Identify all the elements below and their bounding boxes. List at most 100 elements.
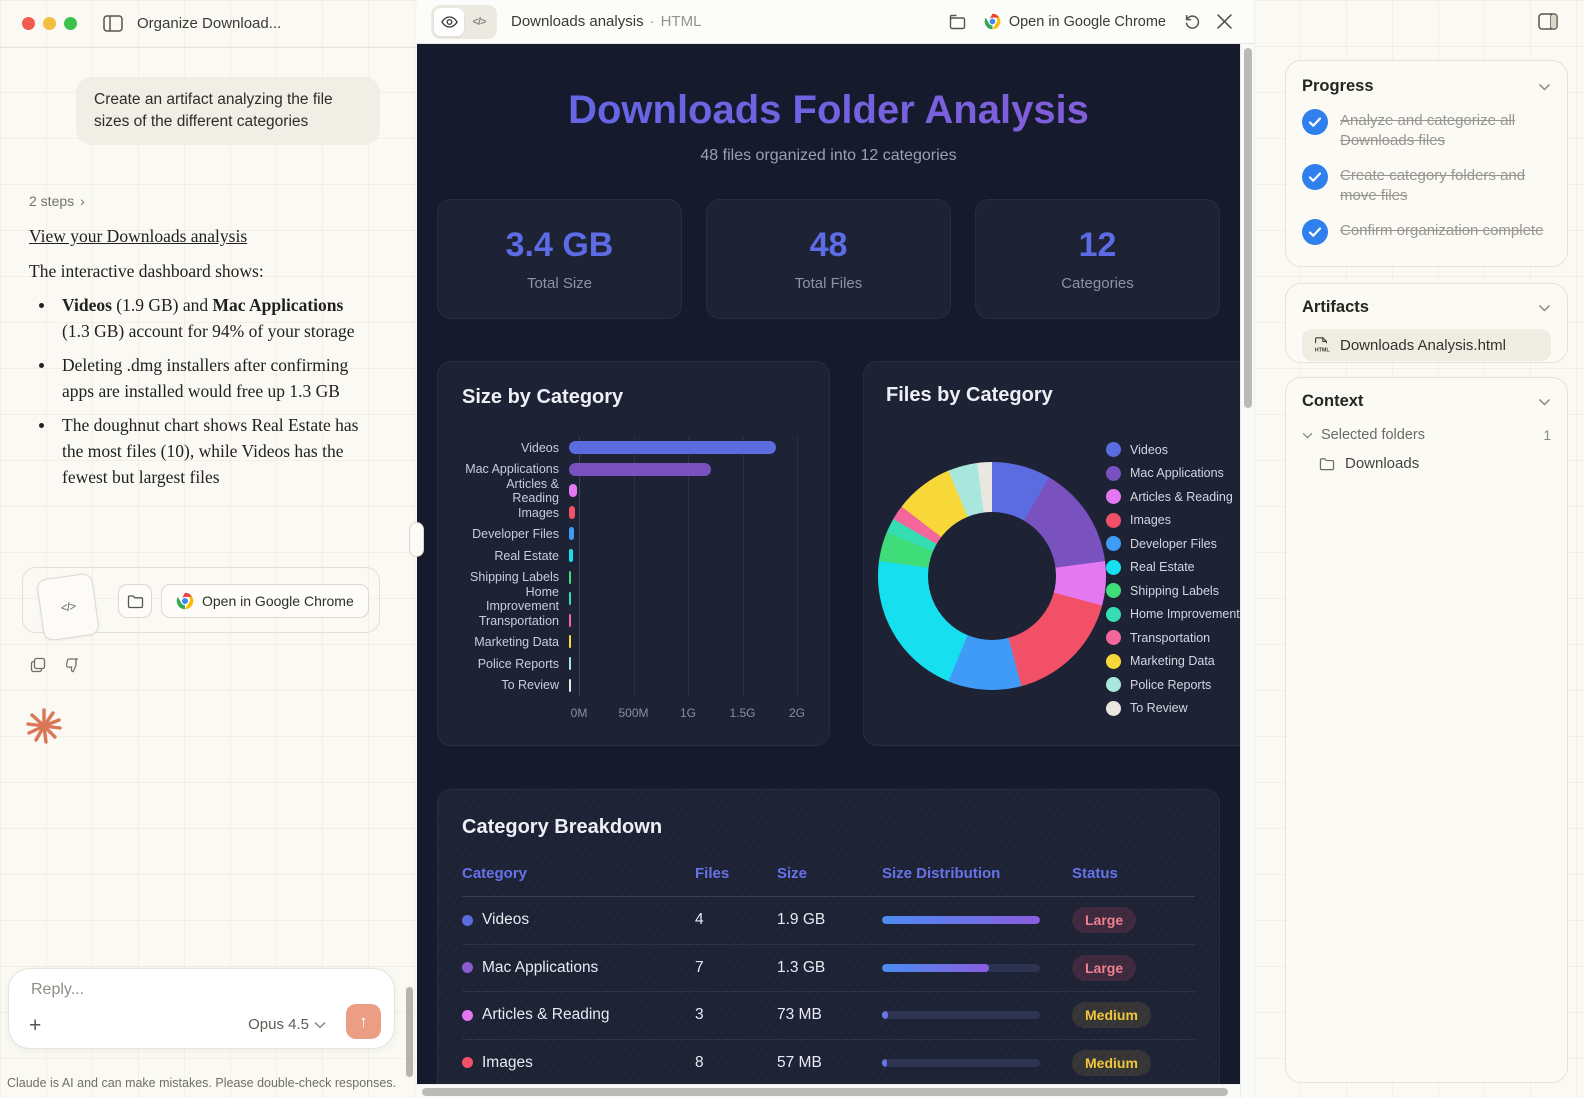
context-folder-downloads[interactable]: Downloads	[1319, 455, 1551, 472]
chat-bullet: The doughnut chart shows Real Estate has…	[29, 412, 359, 490]
bar-category-label: Police Reports	[462, 657, 569, 671]
bar-category-label: Marketing Data	[462, 635, 569, 649]
zoom-window-button[interactable]	[64, 17, 77, 30]
category-name: Mac Applications	[482, 959, 598, 977]
model-name: Opus 4.5	[248, 1016, 309, 1033]
status-badge: Large	[1072, 907, 1136, 933]
legend-item: Developer Files	[1106, 536, 1240, 551]
legend-label: Transportation	[1130, 631, 1210, 645]
stat-label: Total Size	[527, 275, 592, 292]
legend-dot	[1106, 630, 1121, 645]
open-in-chrome-button[interactable]: Open in Google Chrome	[161, 584, 369, 618]
refresh-button[interactable]	[1176, 7, 1208, 37]
x-axis-tick: 0M	[571, 706, 588, 720]
bar-row: Police Reports	[462, 653, 805, 675]
artifact-preview-thumbnail[interactable]: </>	[36, 572, 100, 641]
legend-dot	[1106, 442, 1121, 457]
charts-row: Size by Category VideosMac ApplicationsA…	[437, 361, 1240, 746]
bullet-dot	[39, 303, 44, 308]
assistant-intro-text: The interactive dashboard shows:	[29, 261, 264, 282]
collapse-context-chevron[interactable]	[1538, 398, 1551, 406]
chrome-icon	[984, 13, 1001, 30]
sidebar-toggle-icon[interactable]	[103, 15, 123, 32]
bar-chart-rows: VideosMac ApplicationsArticles & Reading…	[462, 437, 805, 696]
check-circle-icon	[1302, 219, 1328, 245]
column-header-size: Size	[777, 865, 882, 882]
reply-input[interactable]: Reply... + Opus 4.5 ↑	[8, 968, 395, 1049]
ai-disclaimer: Claude is AI and can make mistakes. Plea…	[0, 1076, 403, 1090]
legend-label: Articles & Reading	[1130, 490, 1233, 504]
user-message-bubble: Create an artifact analyzing the file si…	[76, 77, 380, 145]
copy-icon[interactable]	[30, 657, 46, 673]
new-window-icon	[949, 14, 966, 30]
collapse-artifacts-chevron[interactable]	[1538, 304, 1551, 312]
thumbs-down-icon[interactable]	[64, 657, 80, 673]
chat-panel: Organize Download... Create an artifact …	[0, 0, 417, 1098]
x-axis-tick: 1G	[680, 706, 696, 720]
open-window-button[interactable]	[942, 7, 974, 37]
model-selector[interactable]: Opus 4.5	[248, 1016, 326, 1033]
user-message-text: Create an artifact analyzing the file si…	[94, 91, 333, 130]
artifact-vertical-scrollbar[interactable]	[1240, 44, 1254, 1098]
table-row: Articles & Reading373 MBMedium	[462, 992, 1195, 1040]
open-in-chrome-header-button[interactable]: Open in Google Chrome	[984, 13, 1166, 30]
chat-bullet: Videos (1.9 GB) and Mac Applications (1.…	[29, 292, 359, 344]
close-artifact-button[interactable]	[1208, 7, 1240, 37]
progress-item-label: Analyze and categorize all Downloads fil…	[1340, 109, 1551, 151]
close-window-button[interactable]	[22, 17, 35, 30]
code-toggle-button[interactable]: </>	[464, 8, 494, 36]
bar	[569, 592, 571, 605]
code-icon: </>	[473, 16, 486, 28]
distribution-track	[882, 1011, 1040, 1019]
preview-toggle-button[interactable]	[434, 8, 464, 36]
distribution-fill	[882, 916, 1040, 924]
task-sidebar: Progress Analyze and categorize all Down…	[1254, 0, 1584, 1098]
refresh-icon	[1184, 13, 1201, 30]
send-button[interactable]: ↑	[346, 1004, 381, 1039]
category-name: Articles & Reading	[482, 1006, 610, 1024]
files-by-category-chart: Files by Category VideosMac Applications…	[863, 361, 1240, 746]
legend-label: Police Reports	[1130, 678, 1211, 692]
x-axis-tick: 500M	[618, 706, 648, 720]
artifact-horizontal-scrollbar[interactable]	[417, 1084, 1240, 1098]
minimize-window-button[interactable]	[43, 17, 56, 30]
progress-title: Progress	[1302, 77, 1374, 96]
legend-label: Marketing Data	[1130, 654, 1215, 668]
chat-scrollbar-thumb[interactable]	[406, 987, 413, 1077]
svg-text:HTML: HTML	[1315, 347, 1330, 353]
category-dot	[462, 962, 473, 973]
bar-row: Marketing Data	[462, 631, 805, 653]
stat-cards: 3.4 GB Total Size 48 Total Files 12 Cate…	[437, 199, 1220, 319]
x-axis-tick: 2G	[789, 706, 805, 720]
downloads-analysis-link[interactable]: View your Downloads analysis	[29, 226, 247, 247]
table-body: Videos41.9 GBLargeMac Applications71.3 G…	[462, 897, 1195, 1087]
legend-label: Videos	[1130, 443, 1168, 457]
bullet-dot	[39, 363, 44, 368]
bar	[569, 614, 571, 627]
distribution-fill	[882, 964, 989, 972]
artifact-name: Downloads analysis	[511, 13, 644, 30]
progress-item: Confirm organization complete	[1302, 219, 1551, 245]
vertical-scrollbar-thumb[interactable]	[1244, 48, 1252, 408]
files-count: 7	[695, 959, 777, 977]
claude-logo-icon	[24, 706, 64, 746]
chat-bullet: Deleting .dmg installers after confirmin…	[29, 352, 359, 404]
reveal-in-folder-button[interactable]	[118, 584, 152, 618]
stat-card-total-size: 3.4 GB Total Size	[437, 199, 682, 319]
bar-chart-title: Size by Category	[462, 386, 805, 409]
horizontal-scrollbar-thumb[interactable]	[422, 1088, 1228, 1096]
collapse-progress-chevron[interactable]	[1538, 83, 1551, 91]
right-panel-toggle-icon[interactable]	[1538, 13, 1558, 30]
artifact-file-row[interactable]: HTML Downloads Analysis.html	[1302, 329, 1551, 361]
add-attachment-button[interactable]: +	[29, 1014, 41, 1038]
status-badge: Medium	[1072, 1002, 1151, 1028]
panel-resize-handle[interactable]	[409, 522, 424, 557]
artifacts-title: Artifacts	[1302, 298, 1369, 317]
conversation-title: Organize Download...	[137, 15, 281, 32]
steps-expander[interactable]: 2 steps ›	[29, 193, 85, 209]
category-dot	[462, 1010, 473, 1021]
selected-folders-group[interactable]: Selected folders 1	[1302, 427, 1551, 443]
context-folder-name: Downloads	[1345, 455, 1419, 472]
bar-row: Developer Files	[462, 523, 805, 545]
folder-icon	[127, 594, 144, 609]
